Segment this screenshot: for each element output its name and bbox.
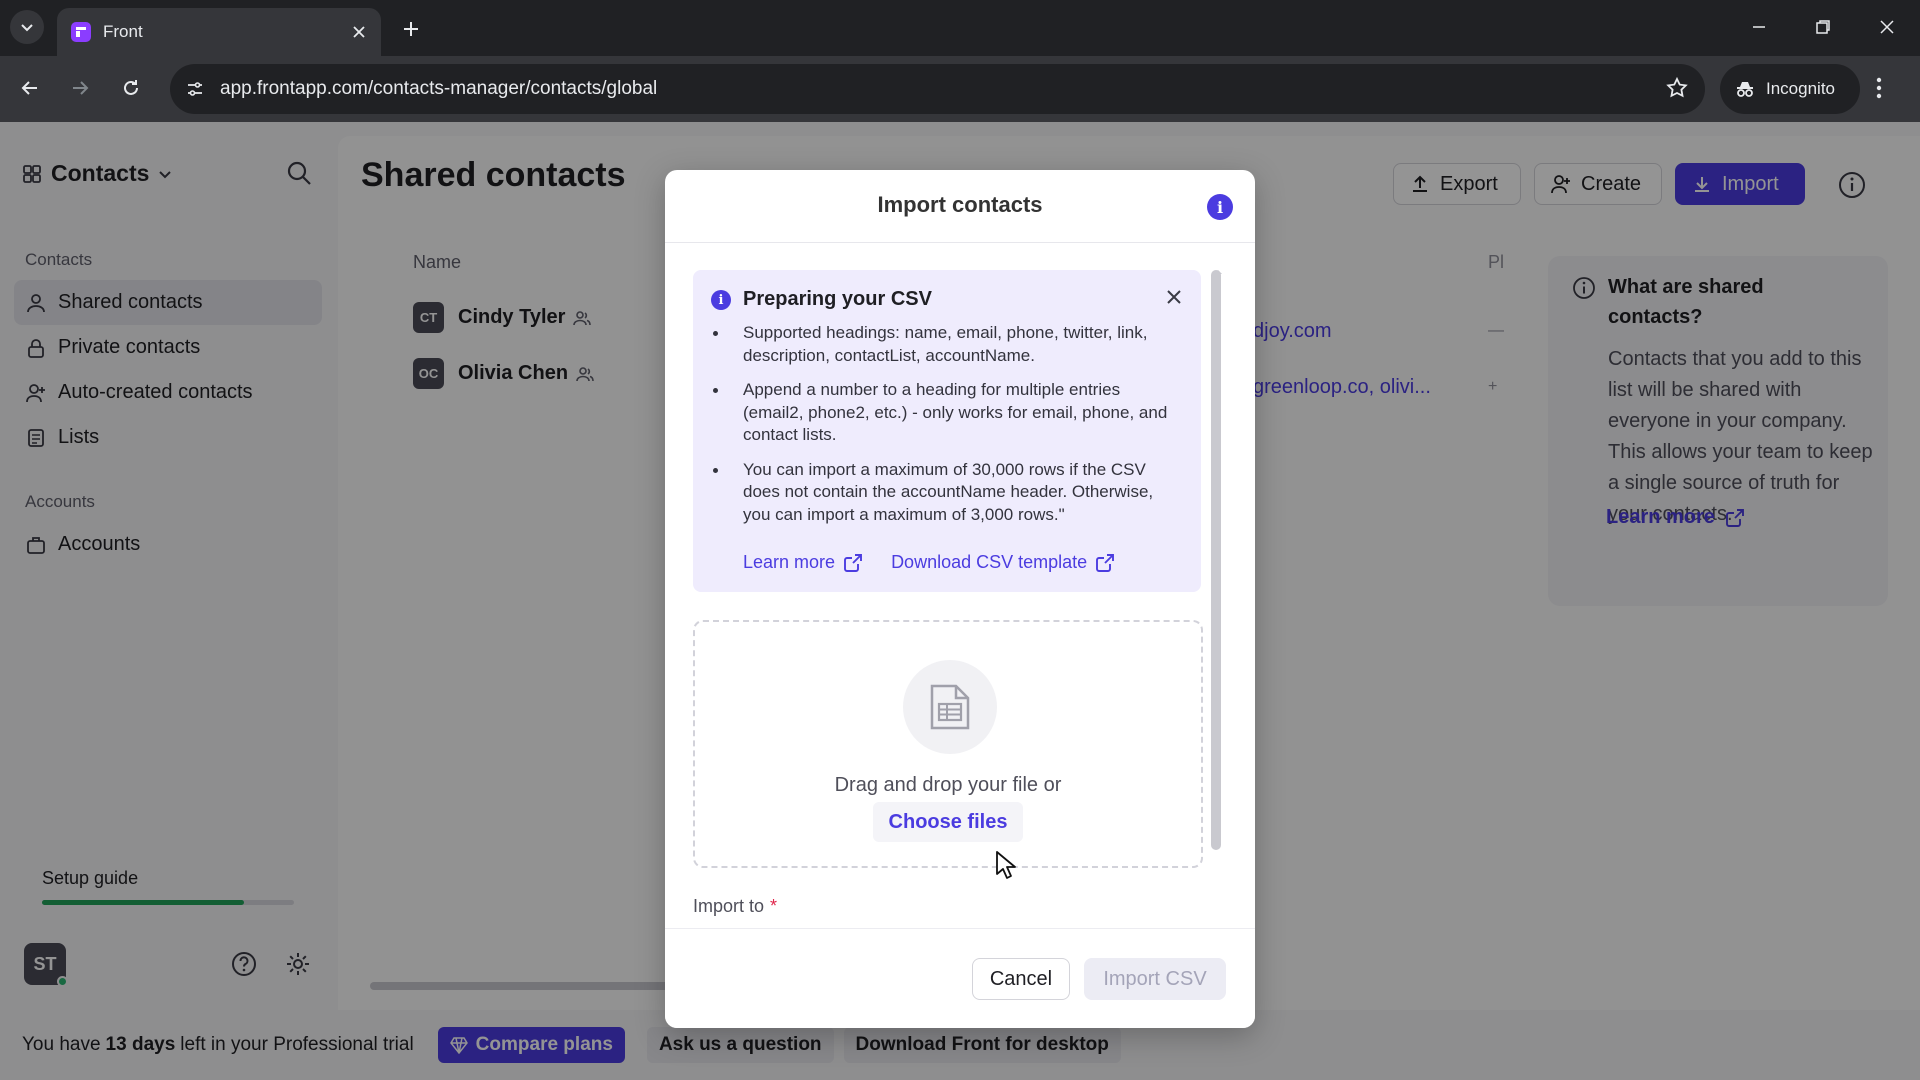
browser-menu-icon[interactable] xyxy=(1876,76,1882,100)
back-icon[interactable] xyxy=(15,73,45,103)
info-icon: i xyxy=(711,290,731,310)
dropzone-text: Drag and drop your file or xyxy=(834,774,1062,796)
incognito-indicator[interactable]: Incognito xyxy=(1720,64,1860,114)
download-csv-template-link[interactable]: Download CSV template xyxy=(891,552,1115,573)
list-item: Append a number to a heading for multipl… xyxy=(713,379,1183,447)
address-bar[interactable]: app.frontapp.com/contacts-manager/contac… xyxy=(170,64,1705,114)
divider xyxy=(665,242,1255,243)
external-link-icon xyxy=(1096,553,1115,572)
download-template-label: Download CSV template xyxy=(891,552,1088,572)
list-item: Supported headings: name, email, phone, … xyxy=(713,322,1183,367)
front-logo-icon xyxy=(71,22,91,42)
site-info-icon[interactable] xyxy=(182,76,208,102)
forward-icon[interactable] xyxy=(65,73,95,103)
file-dropzone[interactable]: Drag and drop your file or Choose files xyxy=(693,620,1203,879)
choose-files-button[interactable]: Choose files xyxy=(873,802,1023,842)
learn-more-label: Learn more xyxy=(743,552,836,572)
new-tab-icon[interactable] xyxy=(396,14,426,44)
chevron-down-icon xyxy=(21,24,33,32)
incognito-label: Incognito xyxy=(1766,79,1835,98)
mouse-cursor-icon xyxy=(995,850,1017,880)
modal-title: Import contacts xyxy=(877,192,1043,217)
import-to-text: Import to xyxy=(693,896,765,916)
tab-search-button[interactable] xyxy=(10,10,44,44)
list-item: You can import a maximum of 30,000 rows … xyxy=(713,459,1183,527)
external-link-icon xyxy=(844,553,863,572)
close-tab-icon[interactable] xyxy=(349,22,369,42)
tab-title: Front xyxy=(103,22,143,41)
minimize-icon[interactable] xyxy=(1739,12,1779,42)
info-icon[interactable]: i xyxy=(1207,194,1233,220)
close-window-icon[interactable] xyxy=(1867,12,1907,42)
import-csv-button[interactable]: Import CSV xyxy=(1084,958,1226,1000)
bookmark-star-icon[interactable] xyxy=(1665,76,1689,100)
close-icon[interactable] xyxy=(1165,288,1183,306)
import-contacts-modal: Import contacts i i Preparing your CSV S… xyxy=(665,170,1255,1028)
browser-tab-bar: Front xyxy=(0,0,1920,56)
url-text: app.frontapp.com/contacts-manager/contac… xyxy=(220,78,658,99)
csv-info-callout: i Preparing your CSV Supported headings:… xyxy=(693,270,1201,592)
scrollbar-thumb[interactable] xyxy=(1211,270,1221,850)
csv-file-icon xyxy=(903,660,997,754)
cancel-button[interactable]: Cancel xyxy=(972,958,1070,1000)
modal-footer: Cancel Import CSV xyxy=(665,929,1255,1028)
browser-tab[interactable]: Front xyxy=(57,8,381,56)
incognito-icon xyxy=(1737,82,1753,97)
browser-toolbar: app.frontapp.com/contacts-manager/contac… xyxy=(0,56,1920,122)
import-to-label: Import to * xyxy=(693,896,777,917)
callout-links: Learn more Download CSV template xyxy=(743,552,1115,573)
restore-icon[interactable] xyxy=(1803,12,1843,42)
callout-list: Supported headings: name, email, phone, … xyxy=(711,322,1183,538)
learn-more-link[interactable]: Learn more xyxy=(743,552,863,573)
reload-icon[interactable] xyxy=(116,73,146,103)
required-asterisk: * xyxy=(770,896,778,916)
callout-title: Preparing your CSV xyxy=(743,288,932,310)
